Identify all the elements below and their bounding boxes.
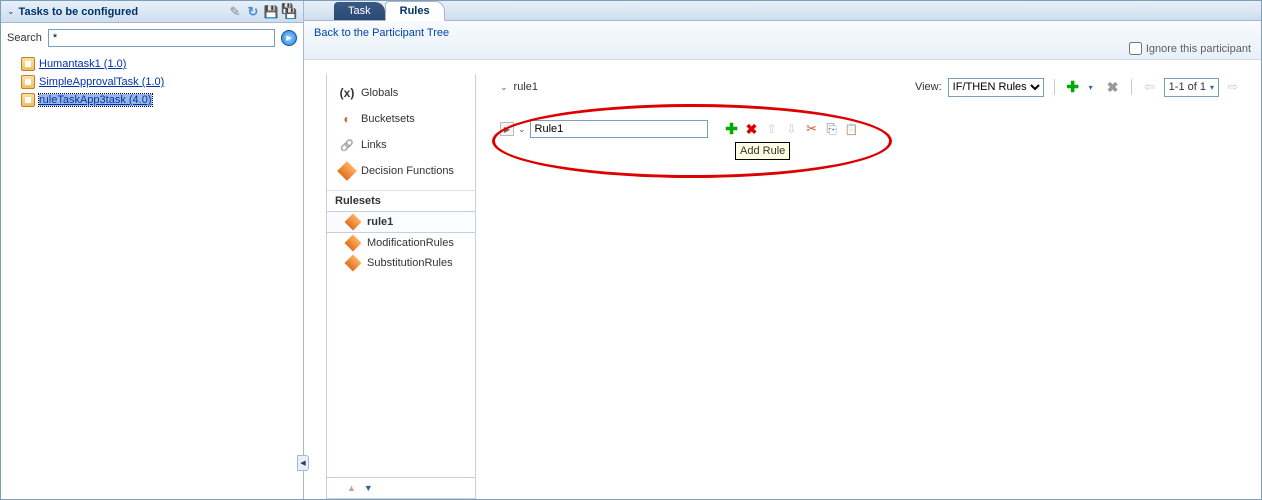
task-icon: [21, 75, 35, 89]
search-row: Search: [1, 23, 303, 53]
paste-icon[interactable]: [844, 121, 860, 137]
globals-icon: (x): [339, 85, 355, 101]
task-icon: [21, 93, 35, 107]
panel-title: Tasks to be configured: [19, 6, 225, 18]
separator: [1131, 79, 1132, 95]
tab-task[interactable]: Task: [334, 2, 385, 20]
rules-nav: (x) Globals Bucketsets Links Decision Fu…: [326, 74, 476, 499]
search-input[interactable]: [48, 29, 275, 47]
highlight-oval: [492, 104, 892, 178]
task-icon: [21, 57, 35, 71]
nav-label: Decision Functions: [361, 165, 454, 177]
search-label: Search: [7, 32, 42, 44]
nav-decision-functions[interactable]: Decision Functions: [331, 158, 471, 184]
tab-bar: Task Rules: [304, 1, 1261, 21]
collapse-icon[interactable]: ⌄: [500, 82, 508, 93]
save-all-icon[interactable]: [281, 4, 297, 20]
pager-text: 1-1 of 1: [1169, 81, 1206, 93]
nav-globals[interactable]: (x) Globals: [331, 80, 471, 106]
move-down-icon[interactable]: ⇩: [784, 121, 800, 137]
task-item[interactable]: SimpleApprovalTask (1.0): [7, 73, 297, 91]
delete-rule-icon[interactable]: ✖: [744, 121, 760, 137]
save-icon[interactable]: [263, 4, 279, 20]
delete-icon[interactable]: ✖: [1105, 79, 1121, 95]
ruleset-label: SubstitutionRules: [367, 257, 453, 269]
add-dropdown-icon[interactable]: ▾: [1083, 79, 1099, 95]
rules-editor: ⌄ rule1 View: IF/THEN Rules ✚ ▾ ✖ ⇦ 1-1 …: [500, 74, 1261, 499]
ruleset-item[interactable]: rule1: [327, 211, 475, 233]
edit-icon[interactable]: [227, 4, 243, 20]
bucketsets-icon: [339, 111, 355, 127]
tab-rules[interactable]: Rules: [385, 1, 445, 21]
links-icon: [339, 137, 355, 153]
rule-name-input[interactable]: [530, 120, 708, 138]
ignore-participant-row: Ignore this participant: [1129, 42, 1251, 55]
nav-bucketsets[interactable]: Bucketsets: [331, 106, 471, 132]
back-link[interactable]: Back to the Participant Tree: [314, 27, 449, 39]
ignore-label: Ignore this participant: [1146, 43, 1251, 55]
rule-dropdown-icon[interactable]: ⌄: [518, 124, 526, 135]
refresh-icon[interactable]: [245, 4, 261, 20]
left-panel-header: ⌄ Tasks to be configured: [1, 1, 303, 23]
nav-label: Bucketsets: [361, 113, 415, 125]
nav-label: Globals: [361, 87, 398, 99]
task-tree: Humantask1 (1.0) SimpleApprovalTask (1.0…: [1, 53, 303, 111]
view-select[interactable]: IF/THEN Rules: [948, 78, 1044, 97]
rule-row: ▶ ⌄ ✚ ✖ ⇧ ⇩: [500, 118, 1241, 140]
editor-toolbar: ⌄ rule1 View: IF/THEN Rules ✚ ▾ ✖ ⇦ 1-1 …: [500, 74, 1241, 100]
task-link[interactable]: ruleTaskApp3task (4.0): [39, 94, 152, 106]
view-label: View:: [915, 81, 942, 93]
nav-links[interactable]: Links: [331, 132, 471, 158]
separator: [1054, 79, 1055, 95]
pager-dropdown-icon[interactable]: ▾: [1210, 83, 1214, 92]
move-down-icon[interactable]: [364, 482, 373, 494]
nav-footer: [327, 477, 475, 498]
ruleset-label: rule1: [367, 216, 393, 228]
search-go-button[interactable]: [281, 30, 297, 46]
rule-row-container: ▶ ⌄ ✚ ✖ ⇧ ⇩ Add Rule: [500, 118, 1241, 140]
decision-functions-icon: [339, 163, 355, 179]
task-link[interactable]: Humantask1 (1.0): [39, 58, 126, 70]
add-rule-icon[interactable]: ✚: [724, 121, 740, 137]
add-icon[interactable]: ✚: [1065, 79, 1081, 95]
rulesets-header: Rulesets: [327, 190, 475, 211]
ruleset-item[interactable]: SubstitutionRules: [327, 253, 475, 273]
sub-header: Back to the Participant Tree Ignore this…: [304, 21, 1261, 60]
ruleset-icon: [345, 255, 362, 272]
ruleset-item[interactable]: ModificationRules: [327, 233, 475, 253]
nav-label: Links: [361, 139, 387, 151]
collapse-icon[interactable]: ⌄: [7, 6, 15, 17]
cut-icon[interactable]: [804, 121, 820, 137]
task-item[interactable]: Humantask1 (1.0): [7, 55, 297, 73]
task-link[interactable]: SimpleApprovalTask (1.0): [39, 76, 164, 88]
task-item[interactable]: ruleTaskApp3task (4.0): [7, 91, 297, 109]
copy-icon[interactable]: [824, 121, 840, 137]
expand-rule-icon[interactable]: ▶: [500, 122, 514, 136]
tooltip: Add Rule: [735, 142, 790, 160]
ruleset-label: ModificationRules: [367, 237, 454, 249]
ruleset-icon: [345, 214, 362, 231]
splitter-handle[interactable]: ◀: [297, 455, 309, 471]
ruleset-name: rule1: [514, 81, 538, 93]
ruleset-icon: [345, 235, 362, 252]
ignore-checkbox[interactable]: [1129, 42, 1142, 55]
move-up-icon[interactable]: ⇧: [764, 121, 780, 137]
move-up-icon[interactable]: [347, 482, 356, 494]
pager[interactable]: 1-1 of 1 ▾: [1164, 78, 1219, 97]
prev-page-icon[interactable]: ⇦: [1142, 79, 1158, 95]
next-page-icon[interactable]: ⇨: [1225, 79, 1241, 95]
